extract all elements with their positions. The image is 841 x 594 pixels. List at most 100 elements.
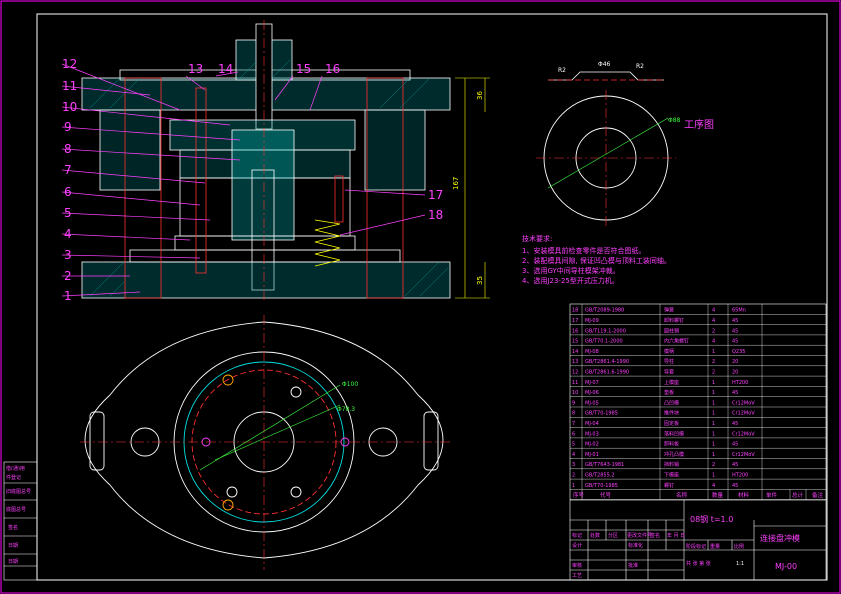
bom-header-cell: 总计 xyxy=(792,491,804,499)
bom-cell: 1 xyxy=(712,442,715,448)
bom-cell: 20 xyxy=(732,370,738,376)
balloon-9: 9 xyxy=(64,120,72,134)
bom-cell: 15 xyxy=(572,339,578,345)
bom-cell: 14 xyxy=(572,349,578,355)
bom-cell: 45 xyxy=(732,339,738,345)
side-label-2: 件登记 xyxy=(6,474,21,481)
bom-cell: 18 xyxy=(572,308,578,314)
balloon-15: 15 xyxy=(296,62,311,76)
bom-header-cell: 数量 xyxy=(712,491,724,499)
tb-sign: 签名 xyxy=(650,532,660,539)
dim-part-dia: Φ88 xyxy=(668,117,681,124)
bom-cell: 10 xyxy=(572,390,578,396)
bom-cell: 8 xyxy=(572,411,575,417)
bom-cell: 冲孔凸模 xyxy=(664,451,684,458)
bom-cell: 挡料销 xyxy=(664,461,679,468)
bom-cell: 卸料板 xyxy=(664,441,679,448)
balloon-18: 18 xyxy=(428,208,443,222)
balloon-7: 7 xyxy=(64,163,72,177)
bom-cell: 1 xyxy=(712,349,715,355)
tb-scale-label: 比例 xyxy=(734,543,744,550)
bom-header-cell: 代号 xyxy=(600,491,612,499)
side-label-6: 日期 xyxy=(8,543,18,549)
title-block-text: 标记 处数 分区 更改文件号 签名 年 月 日 设计 标准化 审核 工艺 批准 … xyxy=(572,532,744,579)
tb-scale-value: 1:1 xyxy=(736,561,744,567)
drawing-title: 连接盘冲模 xyxy=(760,533,800,543)
bom-header-cell: 单件 xyxy=(766,491,778,499)
bom-cell: 内六角螺钉 xyxy=(664,338,689,345)
bom-cell: 模柄 xyxy=(664,348,674,355)
bom-cell: MJ-04 xyxy=(585,421,599,427)
bom-cell: 45 xyxy=(732,462,738,468)
bom-cell: 1 xyxy=(712,411,715,417)
balloon-12: 12 xyxy=(62,57,77,71)
tb-count: 处数 xyxy=(590,532,600,539)
bom-cell: MJ-05 xyxy=(585,400,599,406)
tb-mark: 标记 xyxy=(572,532,582,539)
bom-cell: GB/T119.1-2000 xyxy=(585,328,626,334)
bom-cell: 12 xyxy=(572,370,578,376)
balloon-17: 17 xyxy=(428,188,443,202)
tb-process: 工艺 xyxy=(572,573,582,579)
bom-cell: 65Mn xyxy=(732,308,746,314)
part-view-label: 工序图 xyxy=(684,118,714,131)
bom-cell: 1 xyxy=(572,483,575,489)
tb-stage: 阶段标记 xyxy=(686,543,706,550)
bom-cell: 4 xyxy=(712,483,715,489)
bom-cell: Cr12MoV xyxy=(732,411,755,417)
balloon-13: 13 xyxy=(188,62,203,76)
tb-design: 设计 xyxy=(572,542,582,549)
bom-cell: HT200 xyxy=(732,380,748,386)
balloon-6: 6 xyxy=(64,185,72,199)
bom-cell: 2 xyxy=(712,462,715,468)
dim-lower-height: 35 xyxy=(476,276,484,285)
tb-change: 更改文件号 xyxy=(627,532,652,539)
bom-cell: 4 xyxy=(712,318,715,324)
bom-cell: 1 xyxy=(712,473,715,479)
bom-cell: MJ-03 xyxy=(585,431,599,437)
balloon-2: 2 xyxy=(64,269,72,283)
bom-cell: 1 xyxy=(712,400,715,406)
tech-requirements: 技术要求: 1、安装模具前检查零件是否符合图纸。 2、装配模具间隙, 保证凹凸模… xyxy=(522,234,671,285)
bom-cell: MJ-01 xyxy=(585,452,599,458)
bom-cell: 推件块 xyxy=(664,410,679,417)
bom-cell: 45 xyxy=(732,318,738,324)
bom-cell: 落料凹模 xyxy=(664,430,684,437)
side-panel-text: 借(通)用 件登记 旧底图总号 底图总号 签名 日期 日期 xyxy=(6,465,31,565)
balloon-3: 3 xyxy=(64,248,72,262)
bom-cell: MJ-09 xyxy=(585,318,599,324)
bom-cell: 1 xyxy=(712,421,715,427)
bom-cell: 螺钉 xyxy=(664,482,674,489)
bom-cell: MJ-06 xyxy=(585,390,599,396)
balloon-16: 16 xyxy=(325,62,340,76)
tech-req-title: 技术要求: xyxy=(522,234,552,243)
bom-cell: 6 xyxy=(572,431,575,437)
dim-upper-height: 36 xyxy=(476,91,484,100)
bom-cell: 2 xyxy=(572,473,575,479)
dim-part-r-left: R2 xyxy=(558,67,566,74)
balloon-11: 11 xyxy=(62,79,77,93)
bom-header-cell: 材料 xyxy=(738,491,750,499)
bom-cell: 7 xyxy=(572,421,575,427)
bom-cell: HT200 xyxy=(732,473,748,479)
bom-cell: GB/T70-1985 xyxy=(585,483,618,489)
balloon-14: 14 xyxy=(218,62,233,76)
dim-overall-height: 167 xyxy=(452,177,460,190)
bom-cell: 1 xyxy=(712,390,715,396)
bom-cell: GB/T7643-1981 xyxy=(585,462,624,468)
bom-cell: 45 xyxy=(732,328,738,334)
bom-cell: GB/T2861.4-1990 xyxy=(585,359,629,365)
bom-cell: Cr12MoV xyxy=(732,400,755,406)
bom-cell: 45 xyxy=(732,442,738,448)
bom-header-cell: 序号 xyxy=(573,491,585,499)
tech-req-item-4: 4、选用J23-25型开式压力机。 xyxy=(522,276,619,285)
tb-standard: 标准化 xyxy=(628,542,643,549)
dim-part-width: Φ46 xyxy=(598,61,611,68)
bom-cell: 2 xyxy=(712,370,715,376)
bom-cell: 45 xyxy=(732,421,738,427)
balloon-5: 5 xyxy=(64,206,72,220)
tech-req-item-3: 3、选用GY中间导柱模架冲裁。 xyxy=(522,266,620,275)
bom-cell: 45 xyxy=(732,390,738,396)
bom-cell: Cr12MoV xyxy=(732,431,755,437)
tb-sheet: 共 张 第 张 xyxy=(686,560,711,567)
